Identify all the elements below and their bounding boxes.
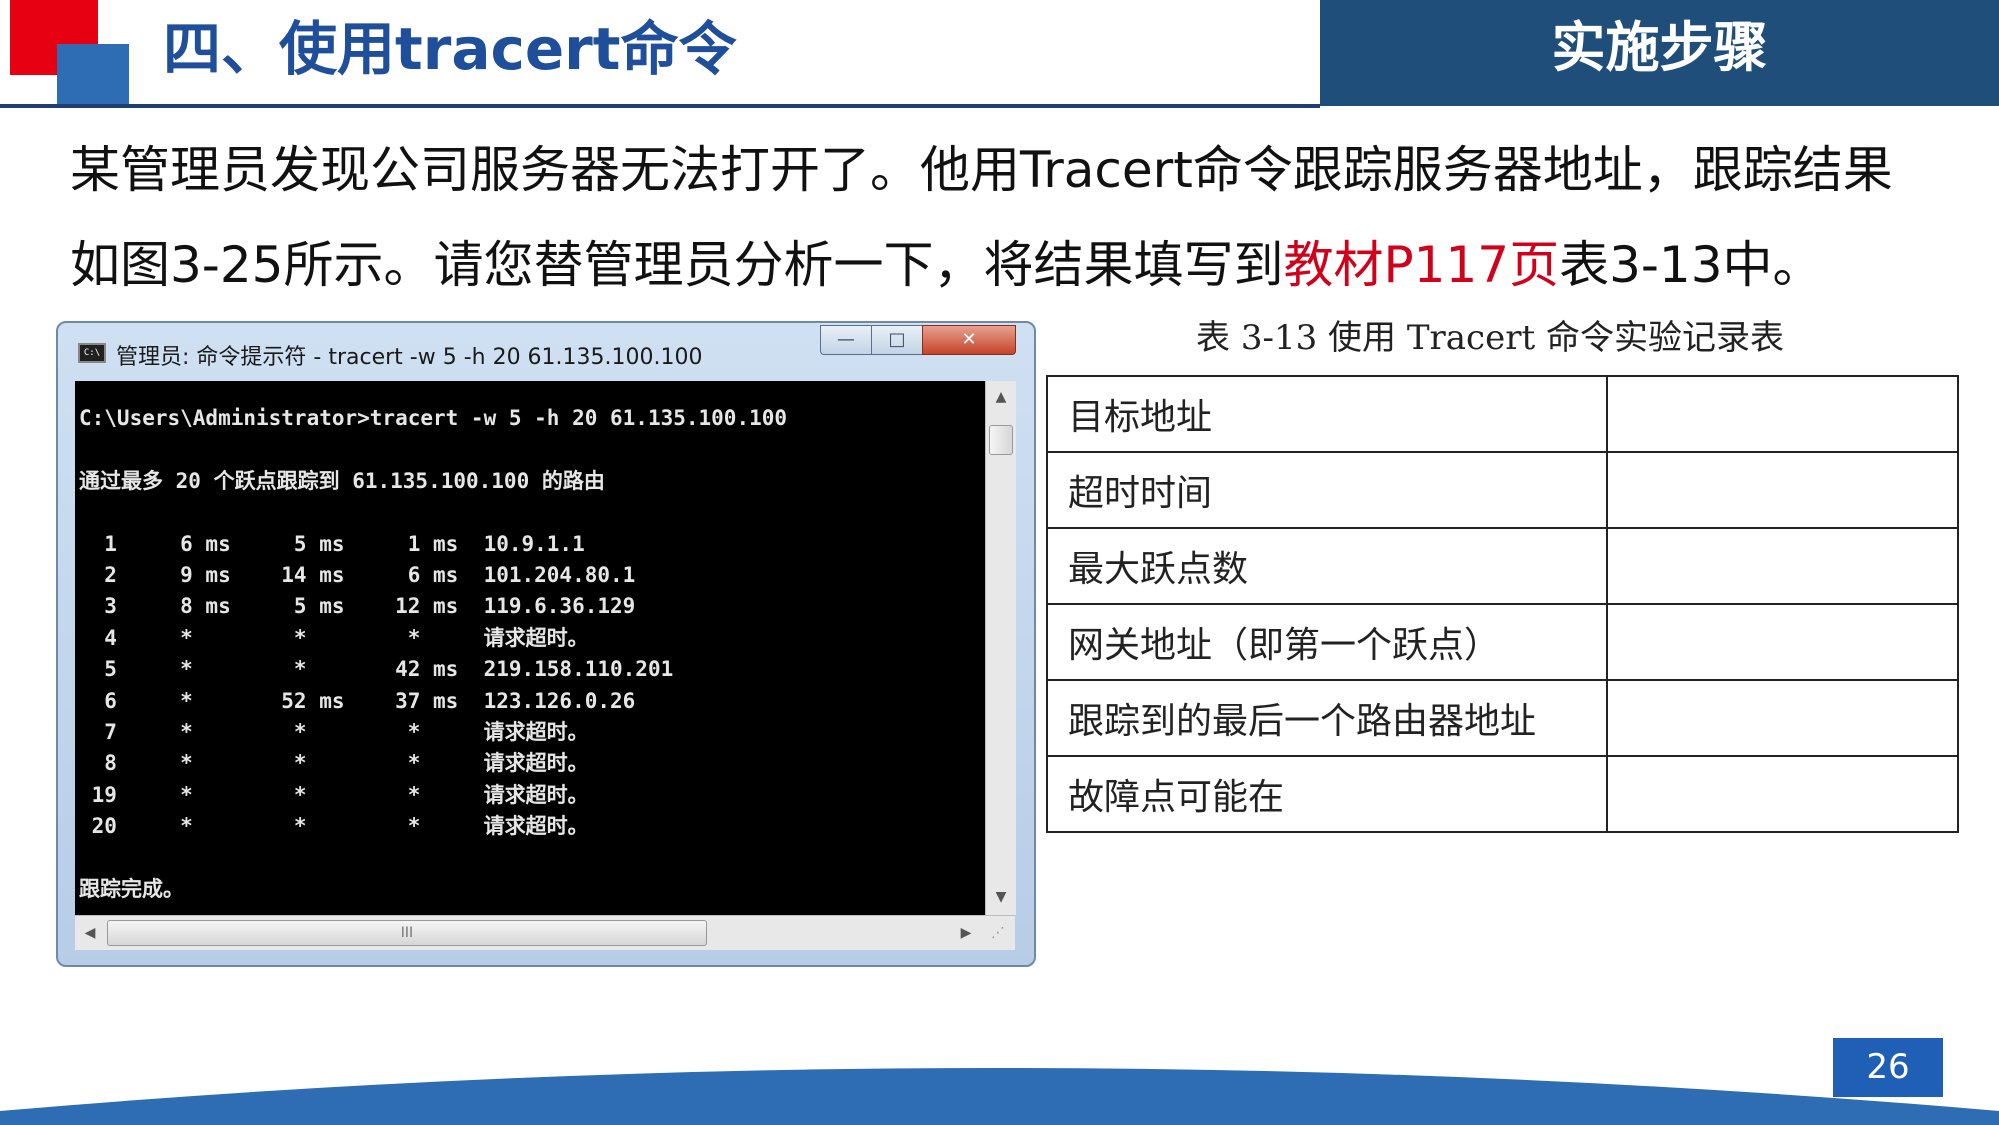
row-label: 网关地址（即第一个跃点） — [1046, 603, 1608, 681]
vertical-scroll-thumb[interactable] — [989, 425, 1013, 455]
record-table: 目标地址 超时时间 最大跃点数 网关地址（即第一个跃点） 跟踪到的最后一个路由器地址 故障… — [1046, 375, 1960, 833]
console-text: C:\Users\Administrator>tracert -w 5 -h 2… — [79, 406, 788, 902]
footer-wave — [0, 1068, 1999, 1125]
command-prompt-window: C:\ 管理员: 命令提示符 - tracert -w 5 -h 20 61.1… — [56, 321, 1036, 967]
textbook-reference: 教材P117页 — [1283, 236, 1560, 294]
table-row: 网关地址（即第一个跃点） — [1046, 603, 1960, 681]
row-label: 跟踪到的最后一个路由器地址 — [1046, 679, 1608, 757]
table-row: 跟踪到的最后一个路由器地址 — [1046, 679, 1960, 757]
scroll-up-arrow-icon[interactable]: ▲ — [986, 381, 1016, 413]
scroll-down-arrow-icon[interactable]: ▼ — [986, 881, 1016, 913]
table-row: 目标地址 — [1046, 375, 1960, 453]
close-button[interactable]: ✕ — [922, 325, 1016, 355]
row-value-cell[interactable] — [1605, 451, 1960, 529]
row-value-cell[interactable] — [1605, 375, 1960, 453]
row-value-cell[interactable] — [1605, 755, 1960, 833]
horizontal-scrollbar[interactable]: ◀ III ▶ ⋰ — [75, 915, 1015, 950]
row-value-cell[interactable] — [1605, 527, 1960, 605]
table-row: 超时时间 — [1046, 451, 1960, 529]
row-label: 故障点可能在 — [1046, 755, 1608, 833]
intro-line-2: 如图3-25所示。请您替管理员分析一下，将结果填写到教材P117页表3-13中。 — [70, 235, 1823, 295]
maximize-button[interactable]: □ — [871, 325, 923, 355]
horizontal-scroll-thumb[interactable]: III — [107, 920, 707, 946]
vertical-scrollbar[interactable]: ▲ ▼ — [985, 381, 1016, 915]
page-number: 26 — [1833, 1038, 1943, 1097]
scroll-right-arrow-icon[interactable]: ▶ — [951, 916, 981, 950]
row-label: 目标地址 — [1046, 375, 1608, 453]
page-title: 四、使用tracert命令 — [163, 15, 737, 83]
section-banner: 实施步骤 — [1320, 0, 1999, 106]
console-output[interactable]: C:\Users\Administrator>tracert -w 5 -h 2… — [75, 381, 985, 915]
blue-accent-square — [57, 44, 129, 108]
intro-line-2-prefix: 如图3-25所示。请您替管理员分析一下，将结果填写到 — [70, 236, 1284, 294]
resize-grip-icon[interactable]: ⋰ — [981, 916, 1015, 950]
window-title: 管理员: 命令提示符 - tracert -w 5 -h 20 61.135.1… — [116, 345, 703, 370]
table-row: 故障点可能在 — [1046, 755, 1960, 833]
minimize-button[interactable]: — — [820, 325, 872, 355]
table-caption: 表 3-13 使用 Tracert 命令实验记录表 — [1196, 318, 1784, 358]
row-label: 超时时间 — [1046, 451, 1608, 529]
intro-line-2-suffix: 表3-13中。 — [1559, 236, 1823, 294]
row-value-cell[interactable] — [1605, 603, 1960, 681]
cmd-icon: C:\ — [78, 343, 106, 363]
header-divider — [0, 104, 1320, 108]
scroll-left-arrow-icon[interactable]: ◀ — [75, 916, 105, 950]
row-label: 最大跃点数 — [1046, 527, 1608, 605]
intro-line-1: 某管理员发现公司服务器无法打开了。他用Tracert命令跟踪服务器地址，跟踪结果 — [70, 141, 1893, 199]
row-value-cell[interactable] — [1605, 679, 1960, 757]
section-title: 实施步骤 — [1551, 16, 1768, 79]
table-row: 最大跃点数 — [1046, 527, 1960, 605]
